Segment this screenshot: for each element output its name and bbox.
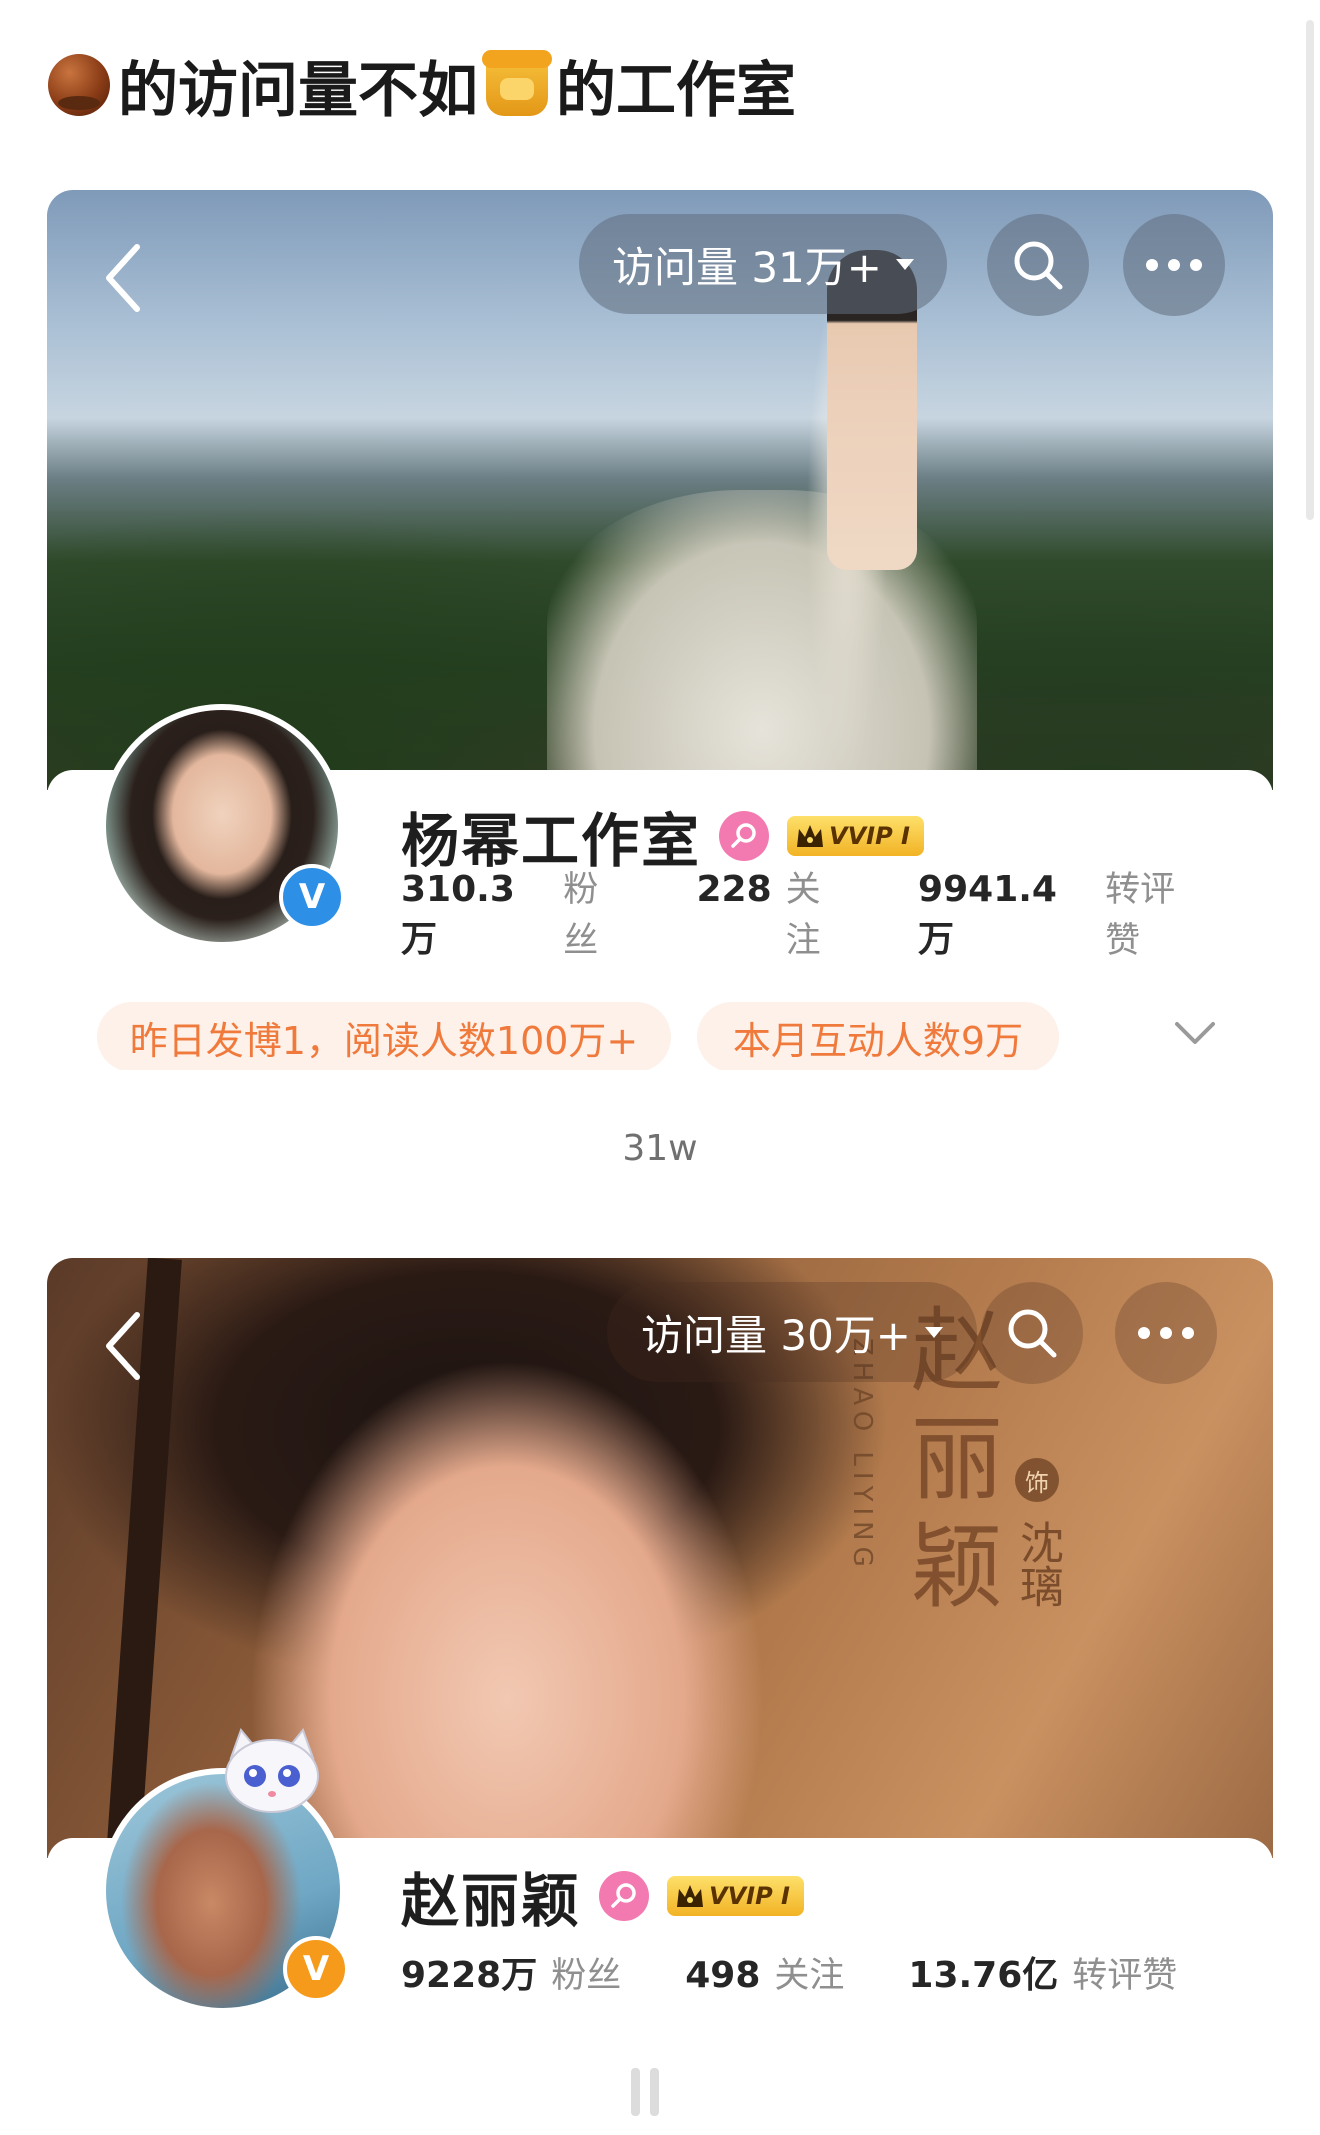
stat-label: 转评赞	[1072, 1956, 1178, 1996]
post-title: 的访问量不如 的工作室	[48, 40, 796, 130]
activity-hint-interactions[interactable]: 本月互动人数9万	[697, 1002, 1059, 1070]
stats-row: 310.3万 粉丝 228 关注 9941.4万 转评赞	[401, 869, 1273, 961]
activity-hint-posts[interactable]: 昨日发博1，阅读人数100万+	[97, 1002, 671, 1070]
vvip-label: VVIP I	[709, 1882, 790, 1910]
stat-value: 13.76亿	[908, 1955, 1059, 1996]
stat-following[interactable]: 498 关注	[685, 1947, 844, 1998]
vvip-label: VVIP I	[829, 822, 910, 850]
banner-title-char: 丽	[910, 1406, 1003, 1513]
visits-label: 访问量 30万+	[641, 1310, 911, 1360]
banner-role-name: 沈璃	[1012, 1520, 1063, 1608]
stat-value: 228	[696, 869, 772, 910]
female-icon	[599, 1871, 650, 1921]
vvip-badge[interactable]: VVIP I	[667, 1876, 804, 1916]
caret-down-icon	[896, 258, 914, 270]
chevron-left-icon	[106, 1312, 140, 1380]
stat-value: 310.3万	[401, 869, 515, 960]
verified-badge-icon: V	[279, 864, 345, 930]
chevron-down-icon[interactable]	[1173, 1016, 1217, 1052]
more-button[interactable]	[1115, 1282, 1217, 1384]
stat-value: 9228万	[401, 1955, 538, 1996]
stat-following[interactable]: 228 关注	[697, 861, 855, 963]
banner-seal: 饰	[1015, 1458, 1059, 1502]
crown-icon	[797, 825, 824, 847]
stats-row: 9228万 粉丝 498 关注 13.76亿 转评赞	[401, 1944, 1241, 2000]
profile-screenshot-2: ZHAO LIYING 赵 丽 颖 饰 沈璃 访问量 30万+ V 赵丽颖 VV…	[47, 1258, 1273, 2135]
search-button[interactable]	[987, 214, 1089, 316]
stat-label: 粉丝	[551, 1956, 622, 1996]
stat-label: 粉丝	[563, 870, 599, 961]
pause-indicator-icon	[626, 2068, 664, 2116]
back-button[interactable]	[93, 238, 153, 318]
stat-followers[interactable]: 310.3万 粉丝	[401, 861, 633, 963]
caption-text: 31w	[622, 1128, 698, 1169]
banner-title-char: 颖	[910, 1514, 1003, 1621]
verified-badge-icon: V	[283, 1936, 349, 2002]
cat-avatar-ornament-icon	[225, 1728, 319, 1813]
chestnut-emoji-icon	[48, 54, 110, 116]
vvip-badge[interactable]: VVIP I	[787, 816, 924, 856]
profile-screenshot-1: 访问量 31万+ V 杨幂工作室 VVIP I 310.3万 粉丝 228 关注…	[47, 190, 1273, 1070]
stat-value: 498	[685, 1954, 761, 1996]
visits-label: 访问量 31万+	[612, 242, 882, 292]
stat-label: 关注	[774, 1955, 845, 1996]
visits-dropdown[interactable]: 访问量 30万+	[607, 1282, 977, 1382]
banner-role: 饰 沈璃	[1002, 1458, 1072, 1608]
caret-down-icon	[925, 1326, 943, 1338]
stat-interactions[interactable]: 9941.4万 转评赞	[918, 861, 1209, 963]
more-icon	[1138, 1327, 1194, 1339]
stat-followers[interactable]: 9228万 粉丝	[401, 1946, 621, 1998]
back-button[interactable]	[93, 1306, 153, 1386]
more-icon	[1146, 259, 1202, 271]
female-icon	[719, 811, 770, 861]
more-button[interactable]	[1123, 214, 1225, 316]
post-title-text-2: 的工作室	[556, 55, 796, 126]
profile-name: 赵丽颖	[401, 1867, 582, 1935]
stat-value: 9941.4万	[918, 869, 1057, 960]
crown-icon	[677, 1885, 704, 1907]
stat-label: 关注	[785, 870, 821, 961]
post-title-text-1: 的访问量不如	[118, 55, 478, 126]
scrollbar[interactable]	[1306, 20, 1314, 520]
search-icon	[1014, 241, 1063, 290]
profile-name-row: 赵丽颖 VVIP I	[401, 1854, 804, 1938]
search-button[interactable]	[981, 1282, 1083, 1384]
visits-dropdown[interactable]: 访问量 31万+	[579, 214, 947, 314]
honey-pot-emoji-icon	[482, 50, 552, 116]
stat-label: 转评赞	[1105, 870, 1176, 961]
stat-interactions[interactable]: 13.76亿 转评赞	[908, 1946, 1177, 1998]
search-icon	[1008, 1309, 1057, 1358]
chevron-left-icon	[106, 244, 140, 312]
